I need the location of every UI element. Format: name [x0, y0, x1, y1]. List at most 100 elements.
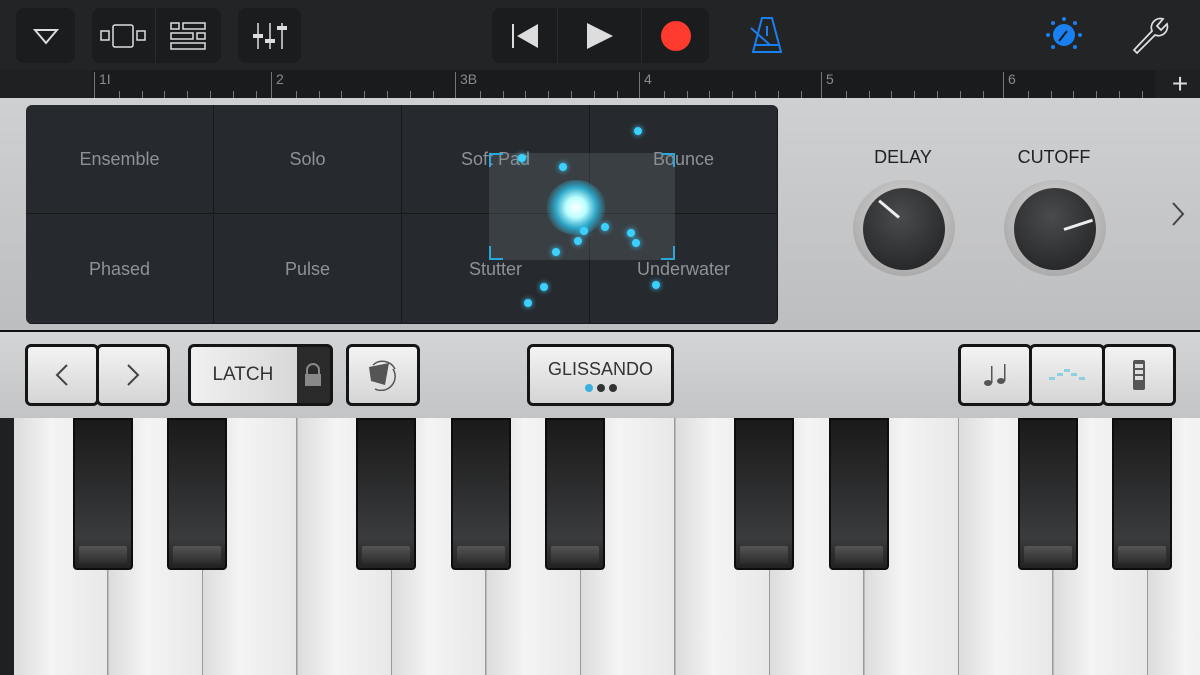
pad-cell[interactable]: Solo	[214, 105, 402, 214]
browser-button[interactable]	[16, 8, 75, 63]
ruler-tick	[959, 91, 961, 98]
ruler-tick	[1073, 91, 1075, 98]
chevron-right-icon[interactable]	[1170, 200, 1186, 233]
list-view-icon[interactable]	[156, 8, 220, 63]
ruler-tick	[318, 91, 320, 98]
black-key[interactable]	[450, 418, 511, 570]
arpeggiator-button[interactable]	[958, 344, 1032, 406]
view-toggle[interactable]	[92, 8, 221, 63]
ruler-tick	[502, 91, 504, 98]
ruler-tick	[341, 91, 343, 98]
timeline-ruler[interactable]: 1I 2 3B 4 5 6	[92, 70, 1155, 98]
particle	[540, 283, 548, 291]
cutoff-label: CUTOFF	[1017, 147, 1091, 167]
black-key[interactable]	[1017, 418, 1078, 570]
ruler-tick	[914, 91, 916, 98]
black-key[interactable]	[734, 418, 794, 570]
ruler-tick	[845, 91, 847, 98]
mixer-icon	[238, 8, 301, 63]
particle	[574, 237, 582, 245]
bar-line	[271, 72, 272, 98]
bar-number: 6	[1008, 71, 1016, 87]
particle	[524, 299, 532, 307]
black-key[interactable]	[1112, 418, 1172, 570]
touch-glow	[546, 180, 606, 235]
black-key[interactable]	[72, 418, 133, 570]
ruler-tick	[1050, 91, 1052, 98]
settings-wrench-icon[interactable]	[1130, 16, 1170, 59]
transport-controls	[492, 8, 709, 63]
chevron-left-icon	[55, 364, 68, 386]
sustain-toggle-button[interactable]	[346, 344, 420, 406]
bar-number: 4	[644, 71, 652, 87]
mixer-button[interactable]	[238, 8, 301, 63]
cutoff-knob[interactable]	[1004, 180, 1106, 276]
scale-button[interactable]	[1029, 344, 1105, 406]
ruler-tick	[868, 91, 870, 98]
ruler-tick	[1096, 91, 1098, 98]
rewind-icon	[511, 23, 538, 48]
ruler-tick	[982, 91, 984, 98]
bar-line	[455, 72, 456, 98]
ruler-tick	[295, 91, 297, 98]
keyboard-layout-button[interactable]	[1102, 344, 1176, 406]
ruler-tick	[732, 91, 734, 98]
ruler-tick	[232, 91, 234, 98]
ruler-tick	[525, 91, 527, 98]
pad-cell[interactable]: Phased	[26, 215, 214, 324]
latch-button[interactable]: LATCH	[188, 344, 333, 406]
notes-icon	[984, 364, 1006, 386]
latch-label: LATCH	[212, 364, 274, 385]
rewind-button[interactable]	[492, 8, 558, 63]
glissando-button[interactable]: GLISSANDO	[527, 344, 674, 406]
particle	[601, 223, 609, 231]
octave-up-button[interactable]	[96, 344, 170, 406]
ruler-tick	[118, 91, 120, 98]
bar-number: 3B	[460, 71, 478, 87]
bar-number: 5	[826, 71, 834, 87]
metronome-icon[interactable]	[750, 16, 784, 59]
ruler-tick	[686, 91, 688, 98]
delay-label: DELAY	[874, 147, 932, 167]
particle	[627, 229, 635, 237]
particle	[518, 154, 526, 162]
tracks-view-icon[interactable]	[92, 8, 156, 63]
ruler-tick	[210, 91, 211, 98]
ruler-tick	[777, 91, 779, 98]
ruler-tick	[1141, 91, 1143, 98]
ruler-tick	[387, 91, 388, 98]
ruler-tick	[409, 91, 411, 98]
particle	[552, 248, 560, 256]
ruler-tick	[141, 91, 143, 98]
glissando-label: GLISSANDO	[547, 358, 654, 379]
sound-xy-pad[interactable]: Underwater Stutter Pulse Phased Bounce Soft P…	[26, 105, 778, 324]
octave-down-button[interactable]	[25, 344, 99, 406]
ruler-tick	[709, 91, 711, 98]
ruler-tick	[432, 91, 434, 98]
record-icon	[660, 20, 691, 51]
ruler-tick	[187, 91, 189, 98]
piano-keyboard[interactable]	[14, 418, 1200, 675]
ruler-tick	[164, 91, 166, 98]
pad-cell[interactable]: Pulse	[214, 215, 402, 324]
ruler-tick	[891, 91, 893, 98]
pad-cell[interactable]: Ensemble	[26, 105, 214, 214]
black-key[interactable]	[545, 418, 605, 570]
bar-number: 1I	[99, 71, 111, 87]
black-key[interactable]	[828, 418, 889, 570]
black-key[interactable]	[356, 418, 416, 570]
play-button[interactable]	[558, 8, 642, 63]
ruler-tick	[593, 91, 595, 98]
ruler-tick	[255, 91, 257, 98]
particle	[580, 227, 588, 235]
master-effects-icon[interactable]	[1045, 17, 1083, 58]
particle	[652, 281, 660, 289]
delay-knob[interactable]	[853, 180, 955, 276]
ruler-tick	[755, 91, 756, 98]
black-key[interactable]	[167, 418, 227, 570]
ruler-tick	[663, 91, 665, 98]
bar-number: 2	[276, 71, 284, 87]
ruler-tick	[571, 91, 572, 98]
add-section-button[interactable]: +	[1160, 70, 1200, 98]
record-button[interactable]	[642, 8, 709, 63]
